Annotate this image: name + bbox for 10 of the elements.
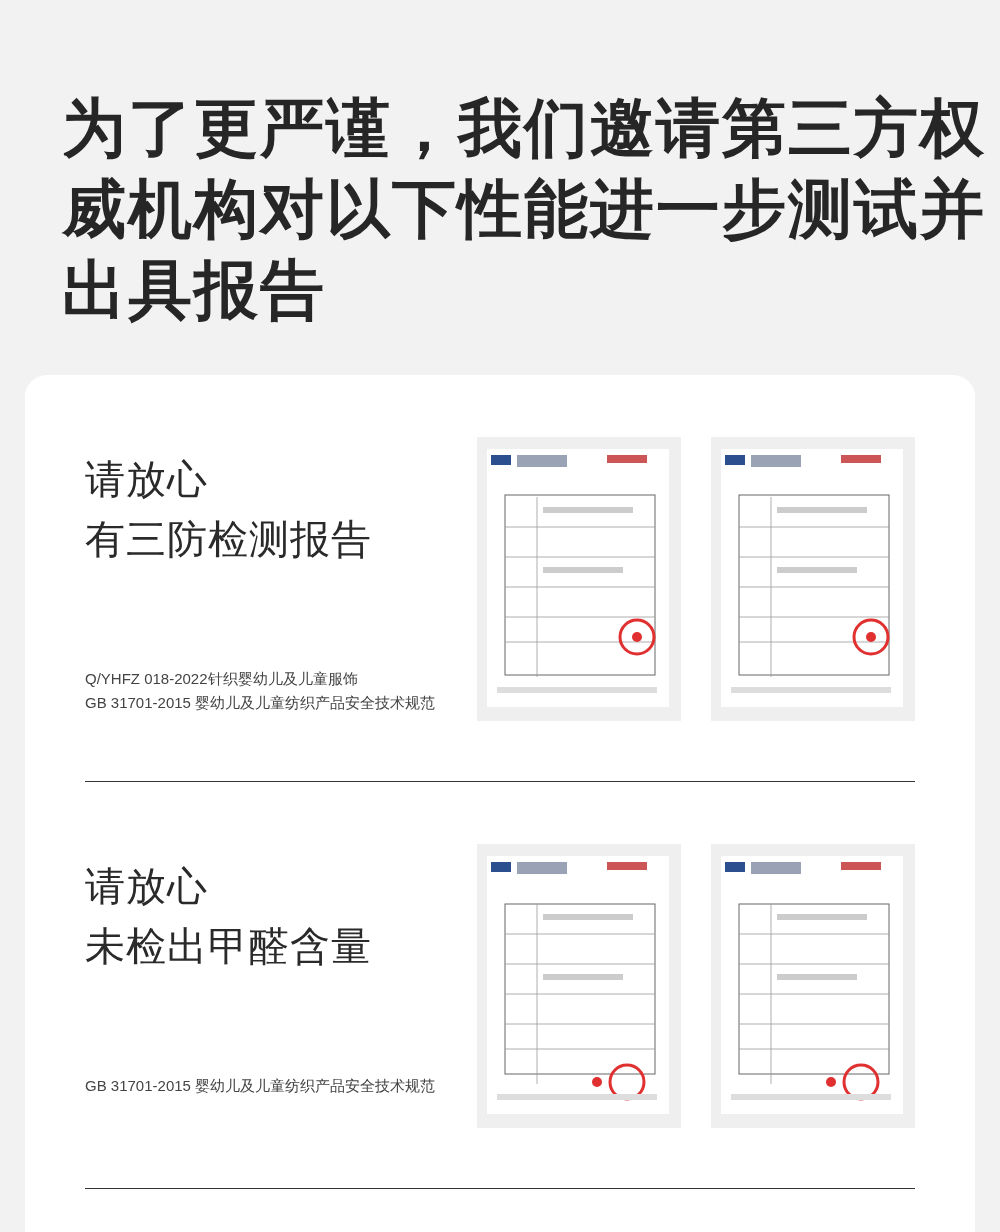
section-heading: 请放心 — [85, 456, 209, 503]
standard-text: GB 31701-2015 婴幼儿及儿童纺织产品安全技术规范 — [85, 693, 436, 713]
section-heading: 有三防检测报告 — [85, 516, 373, 563]
headline: 为了更严谨，我们邀请第三方权 — [62, 91, 987, 166]
headline: 出具报告 — [62, 253, 327, 328]
headline: 威机构对以下性能进一步测试并 — [62, 172, 987, 247]
section-heading: 未检出甲醛含量 — [85, 923, 373, 970]
section-heading: 请放心 — [85, 863, 209, 910]
standard-text: Q/YHFZ 018-2022针织婴幼儿及儿童服饰 — [85, 669, 359, 689]
standard-text: GB 31701-2015 婴幼儿及儿童纺织产品安全技术规范 — [85, 1076, 436, 1096]
